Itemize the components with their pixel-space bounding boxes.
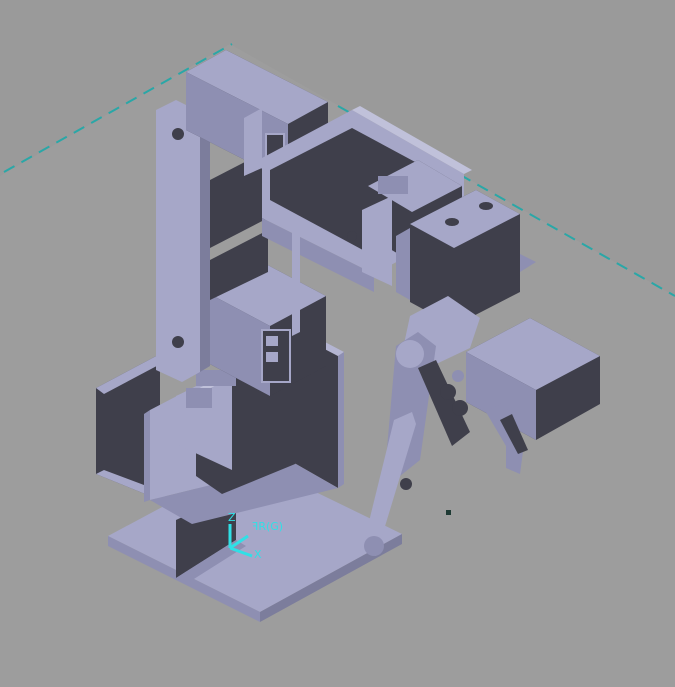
reference-frame-label: ꟻR(G) xyxy=(252,520,283,533)
cad-3d-viewport[interactable]: Z X ꟻR(G) xyxy=(0,0,675,687)
x-axis-label: X xyxy=(254,548,262,561)
pivot-marker xyxy=(446,510,451,515)
robot-arm-model-scene[interactable]: Z X ꟻR(G) xyxy=(0,0,675,687)
z-axis-label: Z xyxy=(228,511,236,524)
